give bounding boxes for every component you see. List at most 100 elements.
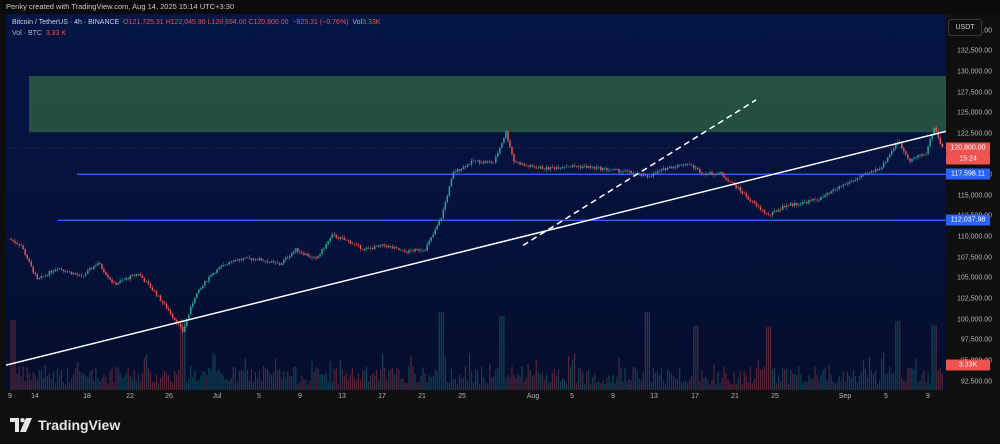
candle-body [812,198,814,201]
candle-body [814,198,816,200]
tradingview-wordmark: TradingView [38,417,121,433]
candle-body [838,186,840,189]
candle-body [161,300,164,303]
last-price-tag[interactable]: 120,800.00 [946,142,990,154]
volume-bar [384,367,386,390]
candle-body [305,253,307,255]
symbol-name[interactable]: Bitcoin / TetherUS · 4h · BINANCE [12,19,119,26]
volume-bar [115,366,117,390]
candle-body [507,131,509,141]
candle-body [311,256,313,258]
level-price-tag[interactable]: 117,598.11 [946,168,990,180]
candle-body [363,248,366,250]
volume-bar [18,366,20,390]
volume-bar [721,376,723,390]
volume-bar [725,373,727,390]
volume-bar [816,374,818,390]
volume-bar [753,378,755,390]
candle-body [375,246,378,247]
candle-body [783,206,786,208]
candle-body [450,178,453,187]
candle-body [585,165,588,168]
price-tick: 92,500.00 [960,378,992,386]
time-tick: 9 [611,393,615,400]
volume-bar [273,371,275,390]
candle-body [682,165,685,166]
volume-bar [157,382,160,390]
volume-bar [497,367,499,390]
volume-bar [586,372,588,390]
volume-bar [256,378,259,390]
candle-body [541,166,544,170]
volume-bar [99,381,101,390]
volume-bar [238,371,240,390]
candle-body [335,235,337,238]
candle-body [369,247,372,249]
price-axis[interactable]: 135,000.00132,500.00130,000.00127,500.00… [946,14,1000,390]
volume-tag[interactable]: 3.33K [946,359,990,371]
candle-body [697,167,699,169]
volume-bar [689,378,691,390]
volume-bar [505,378,507,390]
volume-bar [780,381,782,390]
candle-body [214,273,216,274]
candle-body [539,166,542,168]
volume-bar [917,382,919,390]
candle-body [392,246,394,249]
resistance-zone[interactable] [29,75,946,133]
volume-bar [836,382,838,390]
candle-body [212,273,214,276]
candle-body [608,170,610,171]
candle-body [36,274,39,280]
volume-bar [327,381,329,390]
price-tick: 110,000.00 [957,233,992,241]
candle-body [848,182,851,184]
volume-bar [503,316,505,390]
candle-body [870,170,873,173]
volume-bar [226,379,228,390]
ascending-trendline[interactable] [6,130,946,366]
candle-body [95,265,97,267]
candle-body [343,237,346,240]
volume-bar [913,369,915,390]
candle-body [587,166,590,168]
volume-bar [537,371,539,390]
chart-pane[interactable]: Bitcoin / TetherUS · 4h · BINANCE O121,7… [6,14,946,390]
candle-body [276,262,279,264]
volume-bar [44,365,46,390]
candle-body [763,210,766,214]
volume-bar [54,383,57,390]
candle-body [192,303,194,307]
candle-body [476,160,479,161]
candle-body [935,127,937,132]
time-tick: 25 [771,393,779,400]
candle-countdown-tag[interactable]: 15:24 [946,153,990,165]
candle-body [654,173,657,174]
volume-bar [812,378,814,390]
price-chart[interactable] [6,14,946,390]
volume-bar [58,375,61,390]
currency-button[interactable]: USDT [948,19,982,36]
candle-body [729,181,731,183]
candle-body [428,240,430,245]
volume-prefix: Vol [352,19,363,26]
candle-body [416,248,418,250]
time-tick: 5 [884,393,888,400]
volume-bar [394,374,396,390]
level-price-tag[interactable]: 112,037.98 [946,214,990,226]
volume-bar [123,376,125,390]
volume-bar [664,383,667,390]
candle-body [70,271,73,275]
volume-bar [91,369,93,390]
candle-body [101,264,103,269]
candle-body [337,237,340,239]
volume-indicator-label[interactable]: Vol · BTC [12,30,42,37]
candle-body [616,169,618,170]
candle-body [901,143,903,149]
volume-bar [137,373,139,390]
price-change: −925.31 (−0.76%) [292,19,349,26]
ohlc-values: O121,725.31 H122,045.90 L120,694.00 C120… [123,19,289,26]
candle-body [688,164,691,166]
volume-bar [418,381,420,390]
time-axis[interactable]: 9 14 18 22 26 Jul 5 9 13 17 21 25 Aug 5 9 13 17 21 25 Sep 5 9 [6,390,946,406]
